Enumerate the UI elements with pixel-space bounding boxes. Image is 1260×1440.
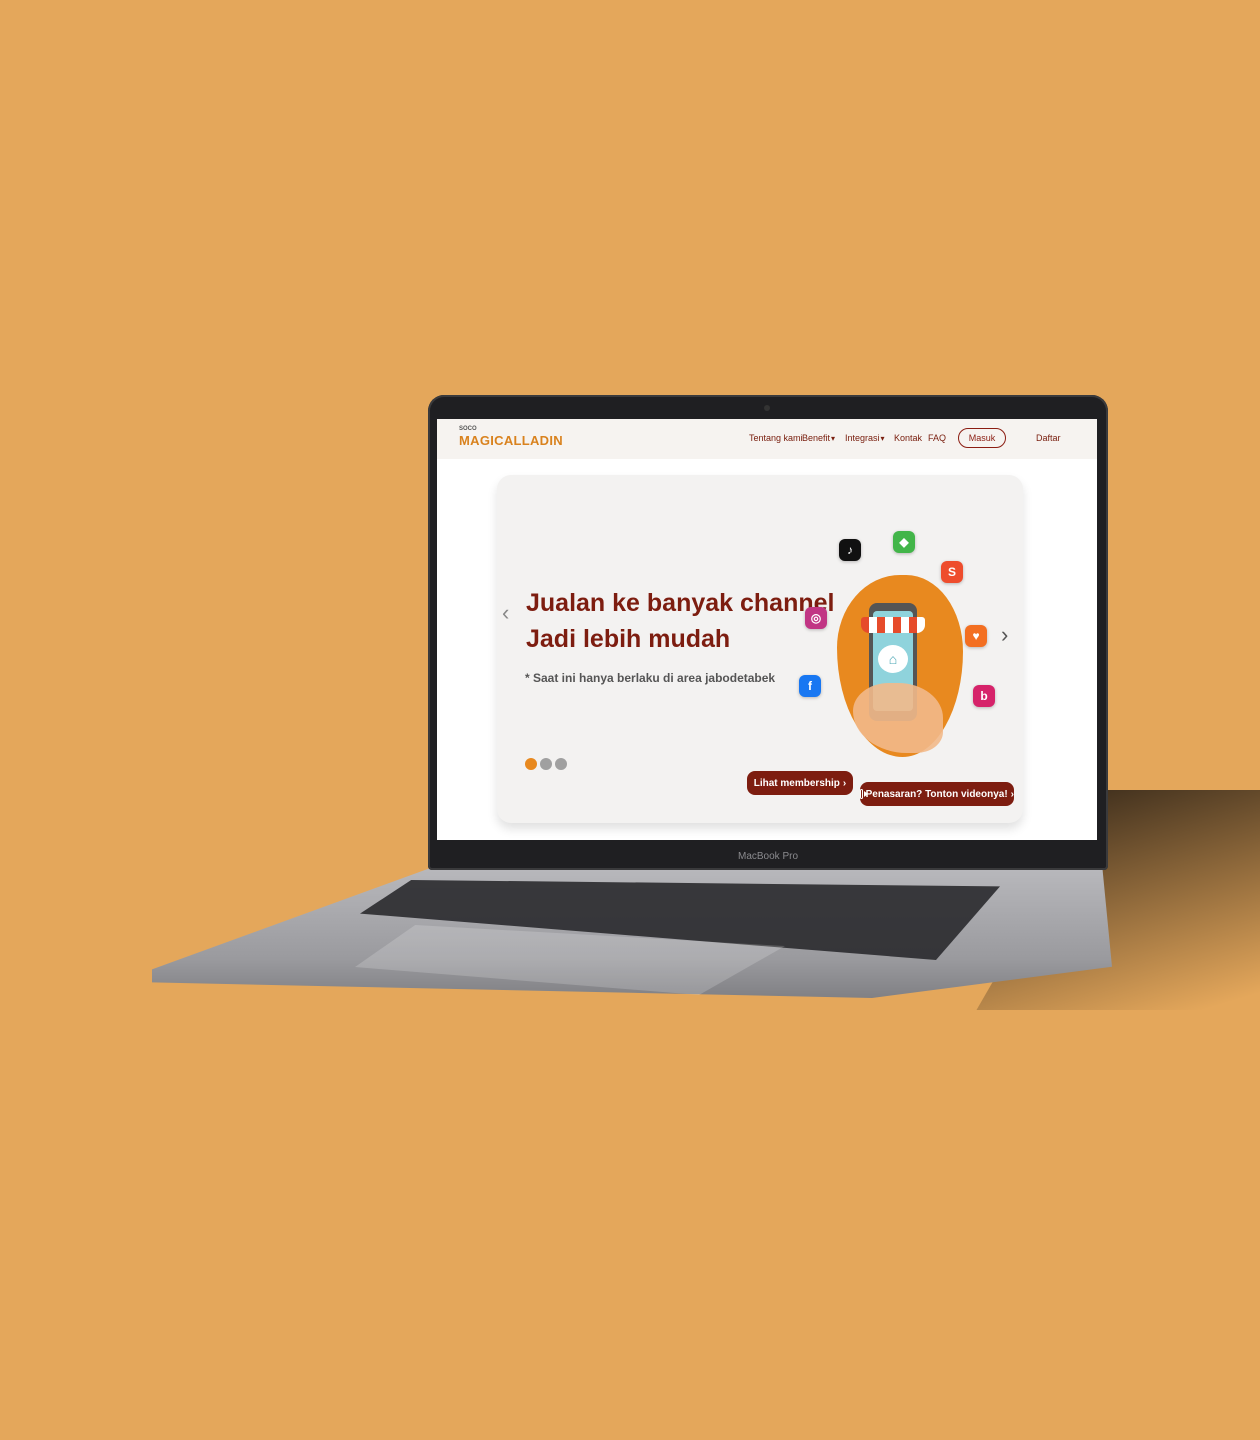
logo-small-text: SOCO <box>459 426 477 432</box>
camera <box>764 405 770 411</box>
basket-icon: ⌂ <box>878 645 908 673</box>
device-label: MacBook Pro <box>737 851 799 862</box>
hero-title: Jualan ke banyak channel Jadi lebih muda… <box>526 585 834 657</box>
hand-illustration <box>853 683 943 753</box>
carousel-dot[interactable] <box>540 758 552 770</box>
chevron-down-icon: ▾ <box>831 434 836 443</box>
login-button[interactable]: Masuk <box>958 428 1006 448</box>
nav-item-tentang-kami[interactable]: Tentang kami <box>749 433 803 443</box>
nav-label: Kontak <box>894 433 923 443</box>
nav-label: Tentang kami <box>749 433 803 443</box>
hero-title-line2: Jadi lebih mudah <box>526 625 731 653</box>
nav-item-faq[interactable]: FAQ <box>928 433 946 443</box>
laptop-lid: SOCO MAGICALLADIN Tentang kami Benefit▾ … <box>428 395 1108 870</box>
logo[interactable]: MAGICALLADIN <box>459 433 563 448</box>
watch-video-button[interactable]: Penasaran? Tonton videonya! › <box>860 782 1014 806</box>
carousel-next-icon[interactable]: › <box>1001 622 1008 648</box>
blibli-icon: b <box>973 685 995 707</box>
register-label: Daftar <box>1036 433 1061 443</box>
carousel-dot[interactable] <box>525 758 537 770</box>
nav-label: Benefit <box>802 433 831 443</box>
site-header: SOCO MAGICALLADIN Tentang kami Benefit▾ … <box>437 419 1097 459</box>
shop-awning <box>861 617 925 633</box>
nav-label: FAQ <box>928 433 947 443</box>
play-icon <box>860 789 867 799</box>
nav-item-kontak[interactable]: Kontak <box>894 433 922 443</box>
membership-button-label: Lihat membership <box>753 777 840 789</box>
chevron-right-icon: › <box>1010 788 1014 800</box>
lazada-icon: ♥ <box>965 625 987 647</box>
facebook-icon: f <box>799 675 821 697</box>
watch-video-button-label: Penasaran? Tonton videonya! <box>865 788 1008 800</box>
carousel-dot[interactable] <box>555 758 567 770</box>
nav-item-integrasi[interactable]: Integrasi▾ <box>845 433 885 443</box>
nav-item-benefit[interactable]: Benefit▾ <box>802 433 835 443</box>
chevron-down-icon: ▾ <box>880 434 885 443</box>
carousel-prev-icon[interactable]: ‹ <box>502 600 509 626</box>
tiktok-icon: ♪ <box>839 539 861 561</box>
instagram-icon: ◎ <box>805 607 827 629</box>
chevron-right-icon: › <box>842 777 847 789</box>
register-link[interactable]: Daftar <box>1036 433 1061 443</box>
tokopedia-icon: ◆ <box>893 531 915 553</box>
hero-note: * Saat ini hanya berlaku di area jabodet… <box>525 671 776 685</box>
shopee-icon: S <box>941 561 963 583</box>
hero-carousel: ‹ › Jualan ke banyak channel Jadi lebih … <box>497 475 1023 823</box>
membership-button[interactable]: Lihat membership › <box>747 771 853 795</box>
scene: SOCO MAGICALLADIN Tentang kami Benefit▾ … <box>0 0 1260 1440</box>
hero-title-line1: Jualan ke banyak channel <box>526 589 835 617</box>
nav-label: Integrasi <box>845 433 880 443</box>
screen: SOCO MAGICALLADIN Tentang kami Benefit▾ … <box>437 419 1097 840</box>
